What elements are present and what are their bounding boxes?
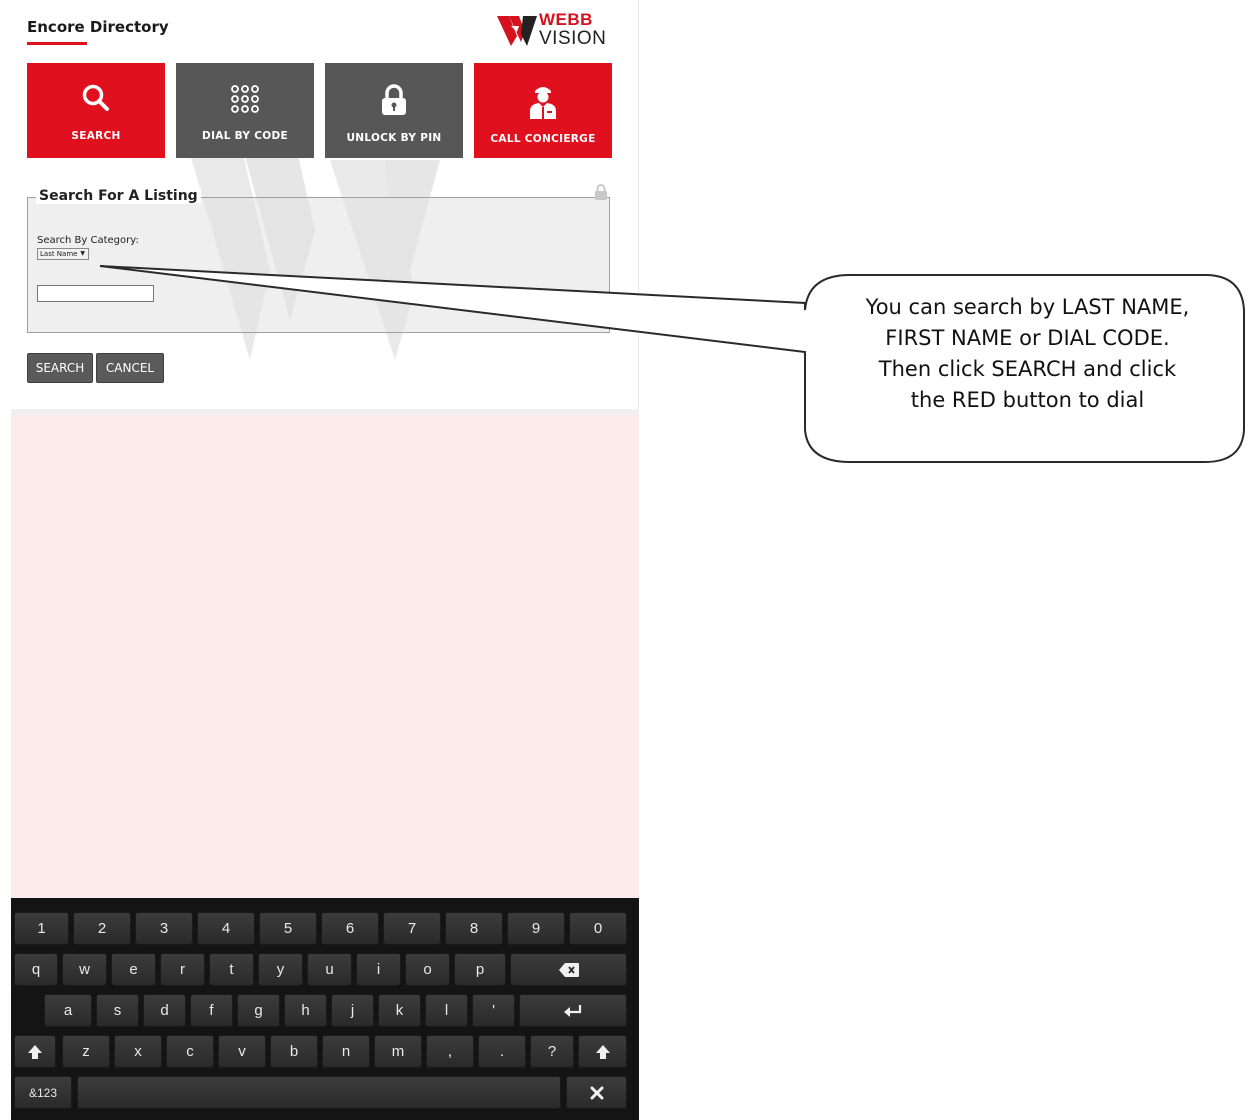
- key-c[interactable]: c: [166, 1035, 214, 1068]
- callout-line-4: the RED button to dial: [910, 388, 1145, 412]
- cancel-button[interactable]: CANCEL: [96, 353, 164, 383]
- key-1[interactable]: 1: [14, 912, 69, 945]
- key-comma[interactable]: ,: [426, 1035, 474, 1068]
- key-7[interactable]: 7: [383, 912, 441, 945]
- search-query-input[interactable]: [37, 285, 154, 302]
- category-selected-value: Last Name: [40, 250, 78, 258]
- key-o[interactable]: o: [405, 953, 450, 986]
- callout-text: You can search by LAST NAME, FIRST NAME …: [820, 292, 1235, 416]
- call-concierge-label: CALL CONCIERGE: [490, 133, 596, 145]
- logo-text-vision: VISION: [539, 28, 607, 49]
- key-4[interactable]: 4: [197, 912, 255, 945]
- key-j[interactable]: j: [331, 994, 374, 1027]
- category-label: Search By Category:: [37, 235, 139, 246]
- page-title: Encore Directory: [27, 18, 169, 36]
- key-symbols[interactable]: &123: [14, 1076, 72, 1109]
- close-icon: [590, 1086, 603, 1099]
- title-underline: [27, 42, 87, 45]
- key-d[interactable]: d: [143, 994, 186, 1027]
- key-apostrophe[interactable]: ': [472, 994, 515, 1027]
- key-0[interactable]: 0: [569, 912, 627, 945]
- logo-mark-icon: [497, 16, 537, 46]
- key-y[interactable]: y: [258, 953, 303, 986]
- key-question[interactable]: ?: [530, 1035, 574, 1068]
- key-a[interactable]: a: [44, 994, 92, 1027]
- key-t[interactable]: t: [209, 953, 254, 986]
- key-2[interactable]: 2: [73, 912, 131, 945]
- key-space[interactable]: [77, 1076, 561, 1109]
- key-w[interactable]: w: [62, 953, 107, 986]
- key-u[interactable]: u: [307, 953, 352, 986]
- key-b[interactable]: b: [270, 1035, 318, 1068]
- category-select[interactable]: Last Name ▼: [37, 248, 89, 260]
- key-backspace[interactable]: [510, 953, 627, 986]
- backspace-icon: [558, 962, 579, 977]
- dropdown-arrow-icon: ▼: [80, 250, 85, 257]
- search-tile[interactable]: SEARCH: [27, 63, 165, 158]
- key-q[interactable]: q: [14, 953, 58, 986]
- key-n[interactable]: n: [322, 1035, 370, 1068]
- keypad-icon: [231, 85, 259, 113]
- key-g[interactable]: g: [237, 994, 280, 1027]
- search-icon: [82, 84, 109, 111]
- key-z[interactable]: z: [62, 1035, 110, 1068]
- callout-line-1: You can search by LAST NAME,: [865, 295, 1190, 319]
- onscreen-keyboard: 1 2 3 4 5 6 7 8 9 0 q w e r t y u i o p …: [11, 898, 639, 1120]
- key-v[interactable]: v: [218, 1035, 266, 1068]
- results-area: [11, 415, 639, 899]
- key-h[interactable]: h: [284, 994, 327, 1027]
- shift-icon: [28, 1044, 42, 1059]
- search-tile-label: SEARCH: [71, 130, 121, 142]
- webb-vision-logo: WEBB VISION: [497, 10, 617, 50]
- key-k[interactable]: k: [378, 994, 421, 1027]
- lock-icon: [382, 84, 406, 115]
- key-3[interactable]: 3: [135, 912, 193, 945]
- key-e[interactable]: e: [111, 953, 156, 986]
- key-5[interactable]: 5: [259, 912, 317, 945]
- concierge-icon: [530, 87, 556, 119]
- unlock-by-pin-label: UNLOCK BY PIN: [346, 132, 442, 144]
- key-x[interactable]: x: [114, 1035, 162, 1068]
- enter-icon: [564, 1004, 582, 1017]
- key-enter[interactable]: [519, 994, 627, 1027]
- unlock-by-pin-tile[interactable]: UNLOCK BY PIN: [325, 63, 463, 158]
- key-r[interactable]: r: [160, 953, 205, 986]
- key-f[interactable]: f: [190, 994, 233, 1027]
- key-m[interactable]: m: [374, 1035, 422, 1068]
- key-6[interactable]: 6: [321, 912, 379, 945]
- key-shift-left[interactable]: [14, 1035, 56, 1068]
- key-9[interactable]: 9: [507, 912, 565, 945]
- key-l[interactable]: l: [425, 994, 468, 1027]
- key-i[interactable]: i: [356, 953, 401, 986]
- key-p[interactable]: p: [454, 953, 506, 986]
- logo-text-webb: WEBB: [539, 10, 593, 29]
- dial-by-code-label: DIAL BY CODE: [202, 130, 288, 142]
- callout-line-2: FIRST NAME or DIAL CODE.: [885, 326, 1170, 350]
- key-s[interactable]: s: [96, 994, 139, 1027]
- callout-line-3: Then click SEARCH and click: [878, 357, 1177, 381]
- search-listing-fieldset: [27, 197, 610, 333]
- search-button[interactable]: SEARCH: [27, 353, 93, 383]
- key-8[interactable]: 8: [445, 912, 503, 945]
- shift-icon: [595, 1044, 610, 1059]
- key-period[interactable]: .: [478, 1035, 526, 1068]
- key-close-keyboard[interactable]: [566, 1076, 627, 1109]
- key-shift-right[interactable]: [578, 1035, 627, 1068]
- dial-by-code-tile[interactable]: DIAL BY CODE: [176, 63, 314, 158]
- directory-app: Encore Directory WEBB VISION SEARCH DIAL…: [0, 0, 639, 1120]
- call-concierge-tile[interactable]: CALL CONCIERGE: [474, 63, 612, 158]
- small-lock-icon: [595, 184, 607, 200]
- search-listing-legend: Search For A Listing: [36, 188, 201, 204]
